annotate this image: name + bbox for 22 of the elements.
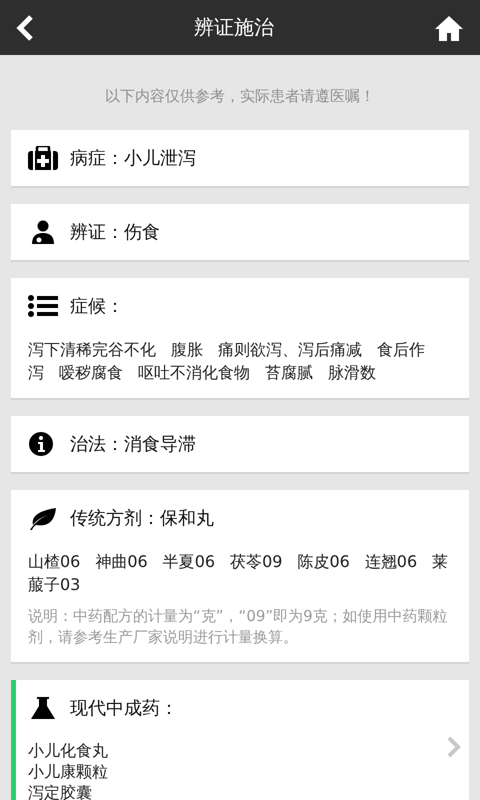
card-title: 辨证：伤食: [70, 221, 160, 244]
back-icon: [16, 14, 34, 40]
info-card[interactable]: 现代中成药： 小儿化食丸 小儿康颗粒 泻定胶囊: [11, 680, 469, 800]
page-title: 辨证施治: [194, 14, 274, 41]
medicine-name: 小儿化食丸: [28, 740, 109, 761]
note-text: 说明：中药配方的计量为“克”，“09”即为9克；如使用中药颗粒剂，请参考生产厂家说明进行计量换算。: [28, 606, 449, 648]
medicine-name: 小儿康颗粒: [28, 761, 109, 782]
disclaimer-text: 以下内容仅供参考，实际患者请遵医嘱！: [104, 87, 376, 106]
card-title: 病症：小儿泄泻: [70, 147, 196, 170]
leaf-icon: [28, 506, 58, 530]
list-icon: [28, 294, 58, 318]
home-icon: [434, 14, 464, 40]
card-title: 症候：: [70, 295, 124, 318]
chevron-right-icon: [447, 736, 461, 758]
item-list-text: 泻下清稀完谷不化 腹胀 痛则欲泻、泻后痛减 食后作泻 嗳秽腐食 呕吐不消化食物 苔腐腻 脉滑数: [28, 339, 426, 384]
flask-icon: [28, 696, 58, 720]
medicine-name: 泻定胶囊: [28, 782, 93, 800]
medical-kit-icon: [28, 146, 58, 170]
card-title: 治法：消食导滞: [70, 433, 196, 456]
item-list-text: 山楂06 神曲06 半夏06 茯苓09 陈皮06 连翘06 莱菔子03: [28, 551, 450, 596]
card-title: 现代中成药：: [70, 697, 178, 720]
card-title: 传统方剂：保和丸: [70, 507, 214, 530]
